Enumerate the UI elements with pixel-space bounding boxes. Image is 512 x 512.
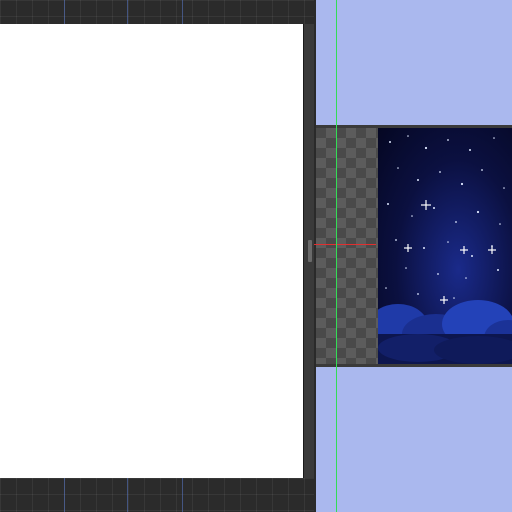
document-canvas[interactable]	[0, 24, 303, 478]
vertical-guide[interactable]	[336, 0, 337, 512]
top-ruler	[0, 0, 314, 24]
ruler-tick	[64, 478, 65, 512]
night-sky-image[interactable]	[378, 128, 512, 364]
ruler-tick	[127, 0, 128, 24]
ruler-tick	[127, 478, 128, 512]
horizontal-guide[interactable]	[314, 244, 376, 245]
bottom-ruler	[0, 478, 314, 512]
night-sky-art	[378, 135, 512, 364]
ruler-tick	[182, 0, 183, 24]
ruler-tick	[182, 478, 183, 512]
ruler-tick	[64, 0, 65, 24]
resize-handle[interactable]	[308, 240, 312, 262]
